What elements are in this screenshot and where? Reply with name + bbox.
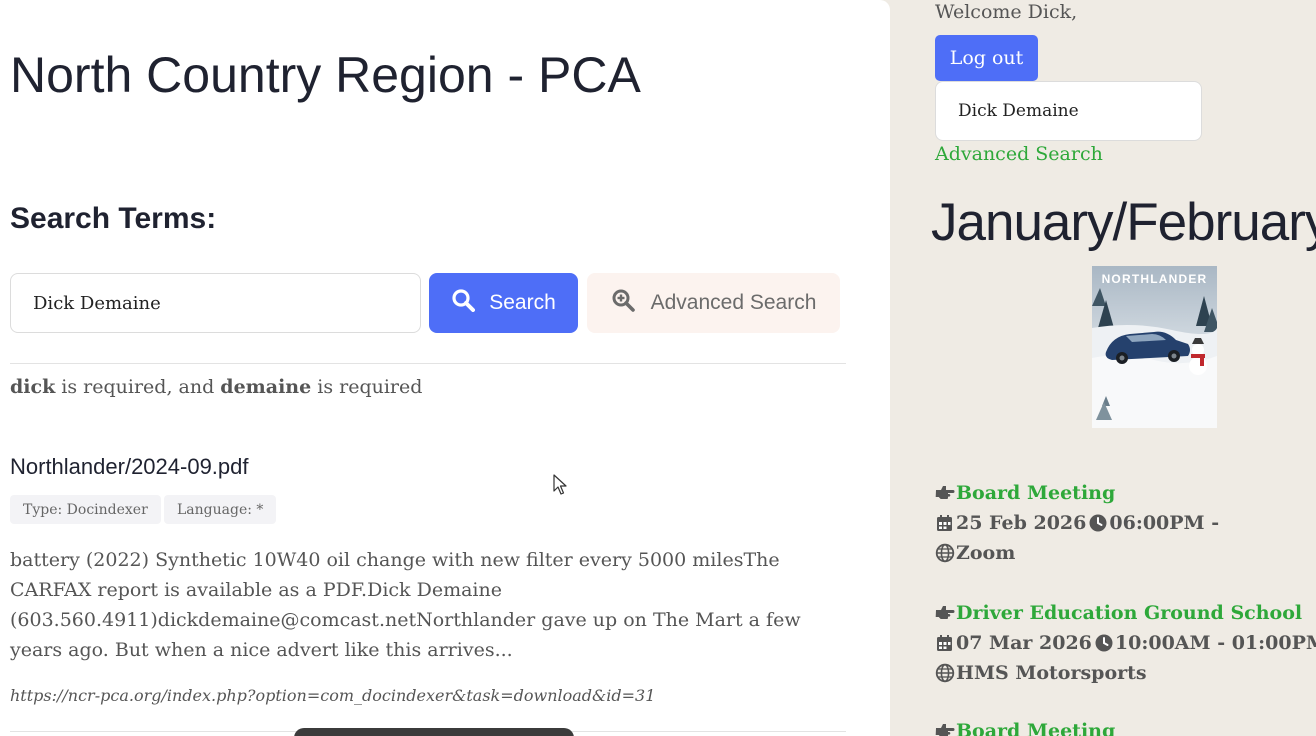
advanced-search-button[interactable]: Advanced Search <box>587 273 840 333</box>
mouse-cursor-icon <box>553 474 567 500</box>
zoom-in-icon <box>611 288 635 318</box>
floating-toolbar[interactable] <box>294 728 574 736</box>
search-button-label: Search <box>489 291 556 314</box>
magazine-cover-image[interactable]: NORTHLANDER <box>1092 266 1217 428</box>
search-icon <box>451 288 476 318</box>
globe-icon <box>935 663 955 683</box>
welcome-text: Welcome Dick, <box>935 1 1078 23</box>
pointing-hand-icon <box>935 483 955 503</box>
result-snippet: battery (2022) Synthetic 10W40 oil chang… <box>10 549 801 661</box>
event-location: Zoom <box>956 542 1016 564</box>
event-title-link[interactable]: Driver Education Ground School <box>956 602 1302 624</box>
search-requirements: dick is required, and demaine is require… <box>10 376 423 398</box>
advanced-search-link[interactable]: Advanced Search <box>935 143 1103 165</box>
result-url: https://ncr-pca.org/index.php?option=com… <box>10 686 656 705</box>
issue-title: January/February <box>931 193 1316 252</box>
search-input[interactable] <box>10 273 421 333</box>
language-tag: Language: * <box>164 495 277 524</box>
event-time: 10:00AM - 01:00PM <box>1114 632 1316 654</box>
event-time: 06:00PM - <box>1109 512 1220 534</box>
event-location: HMS Motorsports <box>956 662 1147 684</box>
pointing-hand-icon <box>935 721 955 736</box>
pointing-hand-icon <box>935 603 955 623</box>
clock-icon <box>1094 633 1114 653</box>
search-button[interactable]: Search <box>429 273 578 333</box>
site-title: North Country Region - PCA <box>10 47 641 103</box>
logout-button[interactable]: Log out <box>935 35 1038 81</box>
advanced-search-button-label: Advanced Search <box>650 291 817 314</box>
required-term: dick <box>10 376 56 398</box>
main-content: North Country Region - PCA Search Terms:… <box>0 0 890 736</box>
event-item: Board Meeting 25 Feb 2026 06:00PM - Zoom <box>935 478 1219 568</box>
calendar-icon <box>935 633 955 653</box>
event-date: 07 Mar 2026 <box>956 632 1092 654</box>
event-item: Driver Education Ground School 07 Mar 20… <box>935 598 1316 688</box>
globe-icon <box>935 543 955 563</box>
cover-masthead: NORTHLANDER <box>1102 272 1208 286</box>
event-item: Board Meeting <box>935 716 1115 736</box>
event-title-link[interactable]: Board Meeting <box>956 482 1115 504</box>
sidebar-search-input[interactable] <box>935 81 1202 141</box>
required-term: demaine <box>220 376 312 398</box>
calendar-icon <box>935 513 955 533</box>
divider <box>10 363 846 364</box>
type-tag: Type: Docindexer <box>10 495 161 524</box>
event-title-link[interactable]: Board Meeting <box>956 720 1115 736</box>
event-date: 25 Feb 2026 <box>956 512 1087 534</box>
result-title-link[interactable]: Northlander/2024-09.pdf <box>10 454 249 480</box>
search-terms-label: Search Terms: <box>10 202 217 235</box>
clock-icon <box>1088 513 1108 533</box>
